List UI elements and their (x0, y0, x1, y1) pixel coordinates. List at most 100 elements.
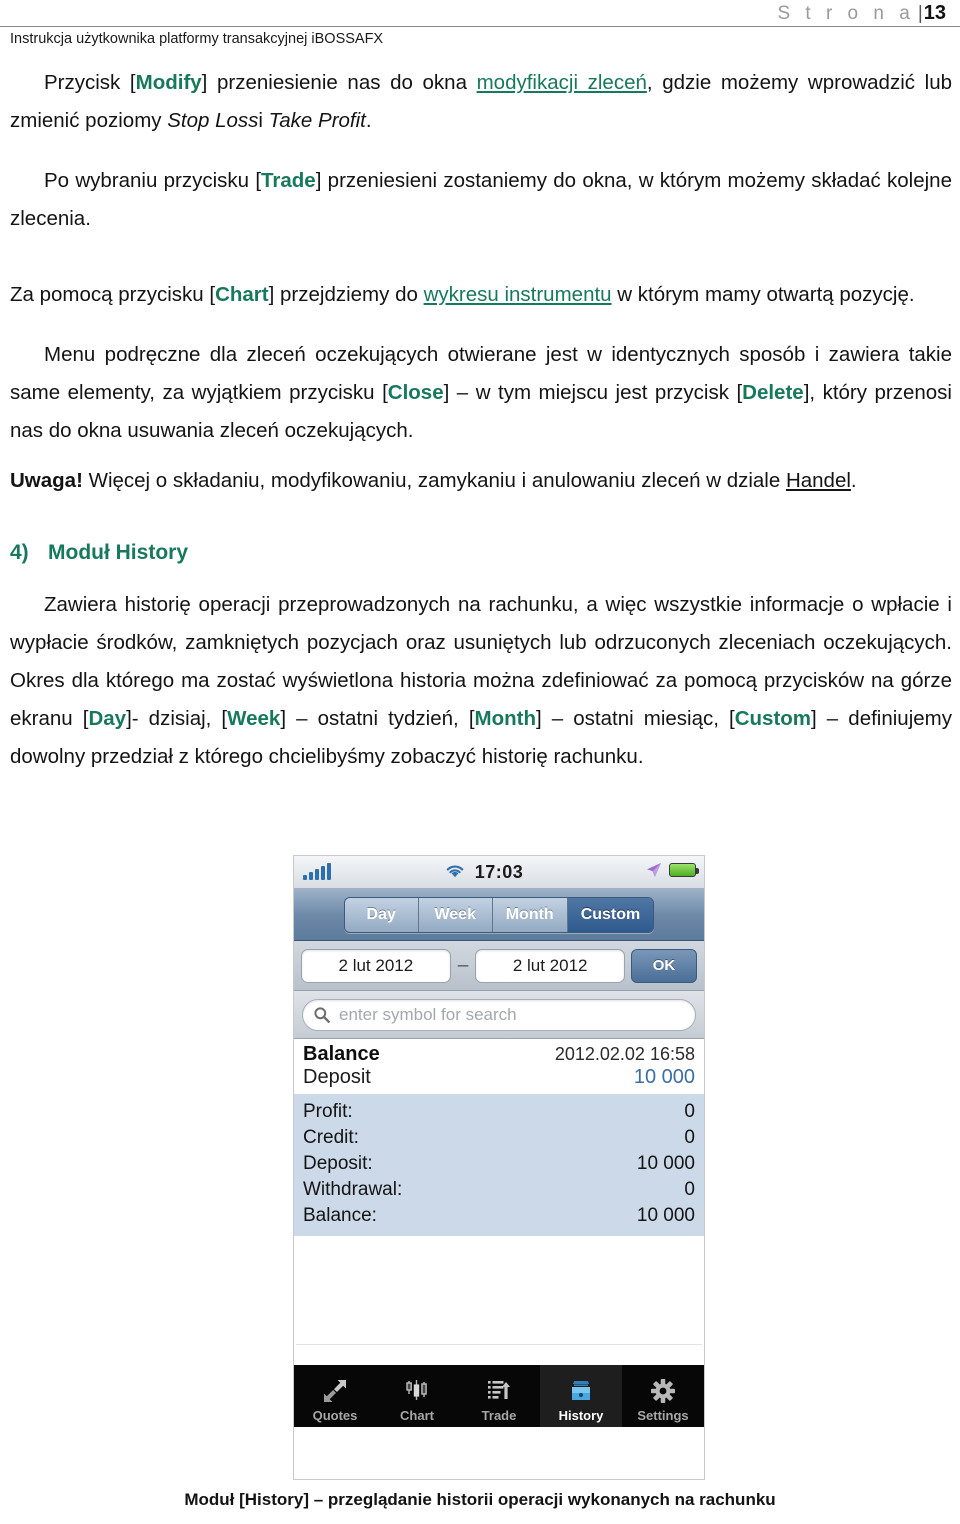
status-right-icons (646, 862, 699, 878)
tab-label: Chart (400, 1408, 434, 1423)
document-body: Przycisk [Modify] przeniesienie nas do o… (10, 64, 952, 780)
keyword-modify: Modify (135, 71, 202, 94)
text: Za pomocą przycisku [ (10, 283, 216, 306)
period-segmented-control[interactable]: Day Week Month Custom (343, 896, 655, 933)
tab-label: Settings (637, 1408, 689, 1423)
text: . (850, 469, 857, 492)
detail-label: Withdrawal: (303, 1179, 403, 1200)
text: ]- dzisiaj, [ (126, 707, 228, 730)
emphasis-take-profit: Take Profit (268, 109, 366, 132)
text: ] – ostatni miesiąc, [ (536, 707, 735, 730)
link-wykresu-instrumentu[interactable]: wykresu instrumentu (424, 283, 612, 306)
keyword-day: Day (88, 707, 127, 730)
header-divider (0, 26, 960, 27)
page-label: S t r o n a (777, 3, 915, 24)
text: Więcej o składaniu, modyfikowaniu, zamyk… (82, 469, 786, 492)
quotes-arrows-icon (322, 1376, 348, 1406)
detail-row-balance: Balance: 10 000 (303, 1203, 695, 1229)
list-empty-area (294, 1236, 704, 1344)
battery-icon (669, 863, 699, 877)
date-range-separator: – (457, 954, 469, 976)
page-separator: | (917, 3, 923, 24)
trade-list-icon (486, 1376, 512, 1406)
status-time: 17:03 (474, 861, 524, 882)
segment-month[interactable]: Month (492, 897, 568, 932)
segment-week[interactable]: Week (418, 897, 493, 932)
text: ] – ostatni tydzień, [ (280, 707, 475, 730)
list-bottom-area (294, 1345, 704, 1365)
tab-label: Quotes (312, 1408, 358, 1423)
keyword-month: Month (474, 707, 536, 730)
balance-header[interactable]: Balance 2012.02.02 16:58 Deposit 10 000 (294, 1039, 704, 1091)
detail-row-deposit: Deposit: 10 000 (303, 1151, 695, 1177)
section-heading-modul-history: 4) Moduł History (10, 538, 952, 568)
keyword-delete: Delete (742, 381, 804, 404)
page-number: 13 (923, 2, 946, 24)
history-tray-icon (568, 1376, 594, 1406)
text: ] przejdziemy do (268, 283, 424, 306)
tab-label: Trade (481, 1408, 517, 1423)
date-to-field[interactable]: 2 lut 2012 (475, 948, 626, 983)
detail-label: Profit: (303, 1101, 353, 1122)
search-icon (314, 1006, 330, 1023)
tab-settings[interactable]: Settings (622, 1365, 704, 1427)
paragraph-note: Uwaga! Więcej o składaniu, modyfikowaniu… (10, 462, 952, 500)
balance-detail-panel: Profit: 0 Credit: 0 Deposit: 10 000 With… (294, 1094, 704, 1236)
paragraph-trade: Po wybraniu przycisku [Trade] przeniesie… (10, 162, 952, 238)
detail-label: Balance: (303, 1205, 377, 1226)
search-row: enter symbol for search (294, 991, 704, 1039)
paragraph-chart: Za pomocą przycisku [Chart] przejdziemy … (10, 276, 952, 314)
balance-subtitle: Deposit (303, 1066, 371, 1088)
document-page: S t r o n a |13 Instrukcja użytkownika pl… (0, 0, 960, 1524)
date-range-row: 2 lut 2012 – 2 lut 2012 OK (294, 941, 704, 991)
detail-value: 0 (684, 1179, 695, 1200)
section-title: Moduł History (48, 541, 188, 564)
status-bar: 17:03 (294, 856, 704, 889)
note-label: Uwaga! (10, 469, 83, 492)
detail-label: Deposit: (303, 1153, 373, 1174)
tab-trade[interactable]: Trade (458, 1365, 540, 1427)
location-arrow-icon (647, 863, 661, 877)
tab-chart[interactable]: Chart (376, 1365, 458, 1427)
detail-value: 10 000 (636, 1153, 695, 1174)
tab-label: History (558, 1408, 604, 1423)
phone-screenshot-figure: 17:03 Day Week Month Custom 2 lut 2012 – (293, 855, 705, 1480)
text: Przycisk [ (44, 71, 136, 94)
paragraph-pending-menu: Menu podręczne dla zleceń oczekujących o… (10, 336, 952, 450)
keyword-chart: Chart (215, 283, 269, 306)
balance-amount: 10 000 (633, 1066, 695, 1088)
tab-quotes[interactable]: Quotes (294, 1365, 376, 1427)
section-number: 4) (10, 541, 29, 564)
search-input[interactable]: enter symbol for search (302, 998, 696, 1031)
segment-day[interactable]: Day (344, 897, 419, 932)
text: ] przeniesienie nas do okna (201, 71, 477, 94)
detail-row-withdrawal: Withdrawal: 0 (303, 1177, 695, 1203)
detail-value: 0 (684, 1127, 695, 1148)
period-segmented-bar: Day Week Month Custom (294, 889, 704, 941)
balance-title: Balance (303, 1043, 380, 1065)
ok-button[interactable]: OK (631, 948, 698, 983)
text: Po wybraniu przycisku [ (44, 169, 262, 192)
link-handel[interactable]: Handel (786, 469, 851, 492)
date-from-field[interactable]: 2 lut 2012 (301, 948, 451, 983)
detail-value: 10 000 (636, 1205, 695, 1226)
gear-icon (650, 1376, 676, 1406)
detail-row-credit: Credit: 0 (303, 1125, 695, 1151)
tab-history[interactable]: History (540, 1365, 622, 1427)
paragraph-history-description: Zawiera historię operacji przeprowadzony… (10, 586, 952, 776)
page-header-right: S t r o n a |13 (0, 2, 960, 25)
text: ] – w tym miejscu jest przycisk [ (443, 381, 743, 404)
text: w którym mamy otwartą pozycję. (611, 283, 915, 306)
segment-custom[interactable]: Custom (567, 897, 654, 932)
text: i (258, 109, 269, 132)
figure-caption: Moduł [History] – przeglądanie historii … (184, 1490, 776, 1509)
bottom-tab-bar: Quotes Chart Trade History Settings (294, 1365, 704, 1427)
keyword-week: Week (227, 707, 281, 730)
link-modyfikacji-zlecen[interactable]: modyfikacji zleceń (477, 71, 647, 94)
document-title: Instrukcja użytkownika platformy transak… (10, 31, 384, 47)
